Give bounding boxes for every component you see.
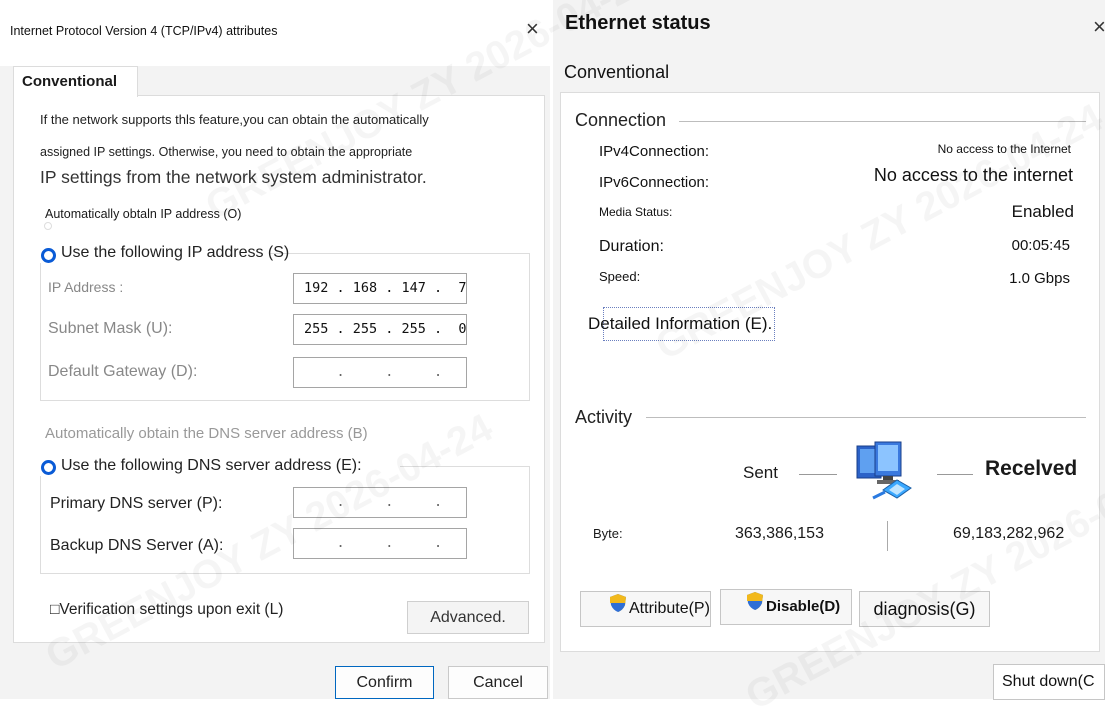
tab-label: Conventional: [22, 73, 118, 90]
details-button-label: Detailed Information (E).: [588, 314, 773, 333]
ipv6-connection-value: No access to the internet: [873, 165, 1073, 185]
uac-shield-icon: [746, 590, 764, 624]
description-line-3: IP settings from the network system admi…: [40, 167, 427, 187]
advanced-button[interactable]: Advanced.: [407, 601, 529, 634]
description-line-2: assigned IP settings. Otherwise, you nee…: [40, 145, 413, 159]
network-computers-icon: [853, 440, 923, 511]
confirm-button[interactable]: Confirm: [335, 666, 434, 699]
close-icon[interactable]: ×: [1093, 16, 1105, 38]
backup-dns-label: Backup DNS Server (A):: [50, 537, 224, 554]
ipv4-properties-dialog: Internet Protocol Version 4 (TCP/IPv4) a…: [0, 0, 550, 699]
dialog-title: Ethernet status: [565, 12, 711, 34]
bytes-received-value: 69,183,282,962: [953, 525, 1065, 542]
close-icon[interactable]: ×: [526, 18, 539, 40]
diagnosis-button[interactable]: diagnosis(G): [859, 591, 990, 627]
ipv6-connection-label: IPv6Connection:: [599, 174, 710, 191]
byte-divider: [887, 521, 888, 551]
primary-dns-field[interactable]: . . .: [293, 487, 467, 518]
ipv4-connection-value: No access to the Internet: [937, 142, 1071, 156]
auto-ip-radio-label[interactable]: Automatically obtaln IP address (O): [45, 207, 241, 221]
duration-value: 00:05:45: [1011, 237, 1070, 254]
use-dns-radio-label[interactable]: Use the following DNS server address (E)…: [61, 457, 362, 475]
dialog-title: Internet Protocol Version 4 (TCP/IPv4) a…: [10, 24, 278, 38]
default-gateway-field[interactable]: . . .: [293, 357, 467, 388]
disable-button[interactable]: Disable(D): [720, 589, 852, 625]
sent-label: Sent: [743, 463, 778, 482]
byte-label: Byte:: [593, 526, 623, 541]
default-gateway-label: Default Gateway (D):: [48, 363, 198, 380]
auto-ip-radio[interactable]: [44, 222, 52, 230]
attribute-button-label: Attribute(P): [629, 600, 710, 618]
description-line-1: If the network supports thls feature,you…: [40, 112, 429, 127]
speed-value: 1.0 Gbps: [1009, 270, 1070, 287]
use-ip-radio[interactable]: [41, 248, 56, 263]
media-status-value: Enabled: [1011, 202, 1074, 221]
auto-dns-radio-label[interactable]: Automatically obtain the DNS server addr…: [45, 425, 368, 442]
section-divider: [646, 417, 1086, 418]
ip-address-field[interactable]: 192 . 168 . 147 . 7: [293, 273, 467, 304]
received-label: Recelved: [985, 457, 1078, 480]
speed-label: Speed:: [599, 269, 641, 284]
received-connector: [937, 474, 973, 475]
duration-label: Duration:: [599, 238, 664, 255]
details-button[interactable]: Detailed Information (E).: [588, 307, 775, 341]
use-dns-radio[interactable]: [41, 460, 56, 475]
media-status-label: Media Status:: [599, 205, 673, 219]
disable-button-label: Disable(D): [766, 598, 841, 615]
attribute-button[interactable]: Attribute(P): [580, 591, 711, 627]
cancel-button[interactable]: Cancel: [448, 666, 548, 699]
ip-address-label: IP Address :: [48, 279, 124, 295]
connection-section-title: Connection: [575, 110, 667, 130]
backup-dns-field[interactable]: . . .: [293, 528, 467, 559]
activity-section-title: Activity: [575, 407, 633, 427]
section-divider: [679, 121, 1086, 122]
ipv4-connection-label: IPv4Connection:: [599, 143, 710, 160]
sent-connector: [799, 474, 837, 475]
tab-conventional[interactable]: Conventional: [564, 62, 669, 83]
use-ip-radio-label[interactable]: Use the following IP address (S): [61, 244, 289, 262]
tab-conventional[interactable]: Conventional: [13, 66, 138, 97]
primary-dns-label: Primary DNS server (P):: [50, 495, 223, 512]
subnet-mask-field[interactable]: 255 . 255 . 255 . 0: [293, 314, 467, 345]
shut-down-button[interactable]: Shut down(C: [993, 664, 1105, 700]
uac-shield-icon: [609, 592, 627, 626]
verify-on-exit-checkbox[interactable]: □Verification settings upon exit (L): [50, 601, 283, 619]
bytes-sent-value: 363,386,153: [735, 525, 824, 542]
ethernet-status-dialog: Ethernet status × Conventional Connectio…: [553, 0, 1105, 700]
subnet-mask-label: Subnet Mask (U):: [48, 320, 173, 337]
